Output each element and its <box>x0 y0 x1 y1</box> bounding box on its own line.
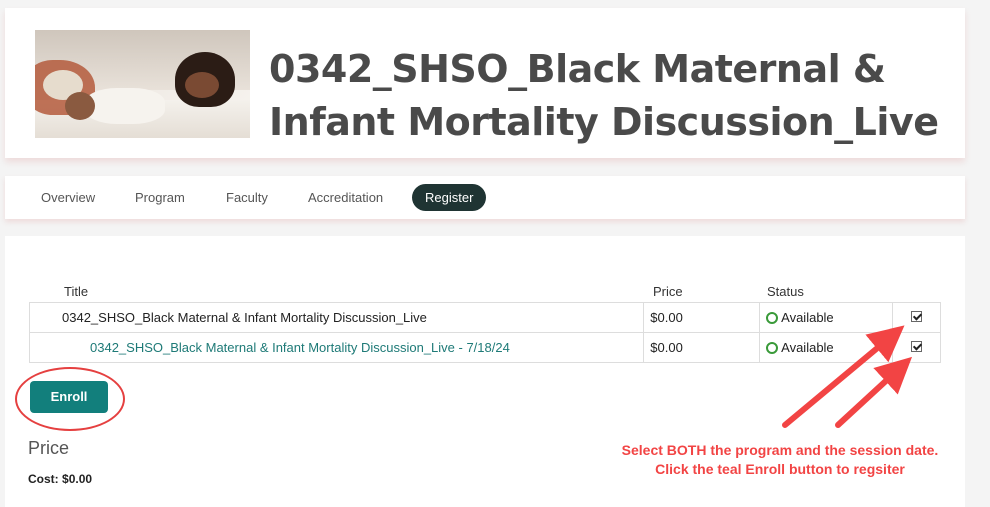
session-checkbox[interactable] <box>911 341 922 352</box>
table-row: 0342_SHSO_Black Maternal & Infant Mortal… <box>28 302 941 333</box>
column-header-title: Title <box>64 284 89 299</box>
instruction-annotation: Select BOTH the program and the session … <box>590 441 970 479</box>
instruction-line-2: Click the teal Enroll button to regsiter <box>655 461 905 477</box>
session-link[interactable]: 0342_SHSO_Black Maternal & Infant Mortal… <box>90 340 510 355</box>
enroll-button[interactable]: Enroll <box>30 381 108 413</box>
tab-faculty[interactable]: Faculty <box>226 184 268 211</box>
cost-label: Cost: <box>28 472 59 486</box>
column-header-price: Price <box>653 284 683 299</box>
registration-table: 0342_SHSO_Black Maternal & Infant Mortal… <box>28 302 941 363</box>
session-status: Available <box>781 340 834 355</box>
tab-program[interactable]: Program <box>135 184 185 211</box>
price-heading: Price <box>28 438 70 458</box>
program-status: Available <box>781 310 834 325</box>
page-title: 0342_SHSO_Black Maternal & Infant Mortal… <box>269 47 939 144</box>
table-row: 0342_SHSO_Black Maternal & Infant Mortal… <box>28 332 941 363</box>
program-checkbox[interactable] <box>911 311 922 322</box>
tab-register[interactable]: Register <box>412 184 487 211</box>
program-header: 0342_SHSO_Black Maternal & Infant Mortal… <box>5 8 965 158</box>
tab-overview[interactable]: Overview <box>41 184 95 211</box>
column-header-status: Status <box>767 284 804 299</box>
cost-line: Cost: $0.00 <box>28 472 92 486</box>
session-price: $0.00 <box>643 332 761 363</box>
instruction-line-1: Select BOTH the program and the session … <box>621 442 939 458</box>
available-icon <box>766 342 779 354</box>
cost-value: $0.00 <box>62 472 93 486</box>
tab-bar: Overview Program Faculty Accreditation R… <box>5 176 965 219</box>
program-image <box>35 30 250 138</box>
program-price: $0.00 <box>643 302 761 333</box>
program-title: 0342_SHSO_Black Maternal & Infant Mortal… <box>28 302 645 333</box>
tab-accreditation[interactable]: Accreditation <box>308 184 383 211</box>
available-icon <box>766 312 779 324</box>
